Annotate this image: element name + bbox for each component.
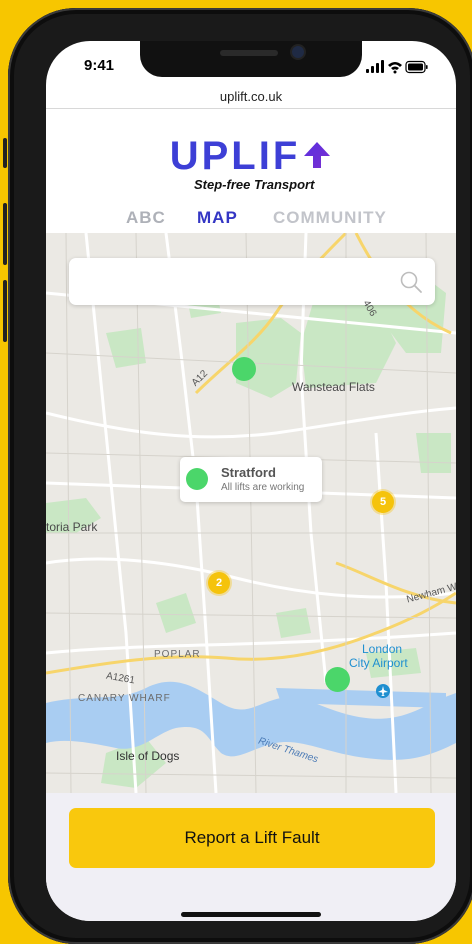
- url-text: uplift.co.uk: [219, 89, 283, 104]
- tab-community[interactable]: COMMUNITY: [273, 208, 387, 228]
- tagline: Step-free Transport: [194, 177, 315, 192]
- search-input[interactable]: [81, 268, 385, 296]
- report-lift-fault-button[interactable]: Report a Lift Fault: [69, 808, 435, 868]
- tab-map[interactable]: MAP: [197, 208, 238, 228]
- map[interactable]: Wanstead Flats toria Park POPLAR CANARY …: [46, 233, 456, 793]
- notch: [140, 41, 362, 77]
- map-label-victoria-park: toria Park: [46, 520, 98, 534]
- camera: [292, 46, 304, 58]
- volume-down-button: [3, 280, 7, 342]
- map-label-poplar: POPLAR: [154, 649, 201, 660]
- callout-status: All lifts are working: [221, 482, 305, 493]
- map-label-airport-line1: London: [362, 642, 403, 656]
- logo-text: UPLIF: [169, 134, 301, 178]
- speaker: [220, 50, 278, 56]
- map-background: [46, 233, 456, 793]
- volume-up-button: [3, 203, 7, 265]
- phone-frame: 9:41 uplift.co.uk UPLIF Step-free Transp…: [3, 8, 472, 944]
- map-pin-station[interactable]: [325, 667, 350, 692]
- map-pin-station[interactable]: [232, 357, 256, 381]
- map-label-canary-wharf: CANARY WHARF: [78, 693, 171, 704]
- tab-bar: ABC MAP COMMUNITY: [46, 208, 456, 232]
- signal-wifi-battery-icon: [366, 60, 428, 74]
- map-label-airport-line2: City Airport: [349, 656, 408, 670]
- status-time: 9:41: [84, 57, 115, 74]
- status-icons: [366, 60, 428, 79]
- map-cluster[interactable]: 5: [372, 491, 394, 513]
- mute-switch: [3, 138, 7, 168]
- map-cluster[interactable]: 2: [208, 572, 230, 594]
- status-dot-icon: [186, 468, 208, 490]
- map-label-isle-of-dogs: Isle of Dogs: [116, 749, 180, 763]
- screen: 9:41 uplift.co.uk UPLIF Step-free Transp…: [46, 41, 456, 921]
- search-icon[interactable]: [399, 270, 423, 299]
- callout-title: Stratford: [221, 465, 276, 480]
- airplane-icon[interactable]: [376, 684, 390, 698]
- tab-abc[interactable]: ABC: [126, 208, 166, 228]
- home-indicator[interactable]: [181, 912, 321, 917]
- url-bar[interactable]: uplift.co.uk: [46, 89, 456, 109]
- station-callout[interactable]: Stratford All lifts are working: [180, 457, 322, 502]
- logo-arrow-icon: [302, 136, 332, 181]
- search-field[interactable]: [69, 258, 435, 305]
- map-label-wanstead: Wanstead Flats: [292, 380, 375, 394]
- divider: [46, 108, 456, 109]
